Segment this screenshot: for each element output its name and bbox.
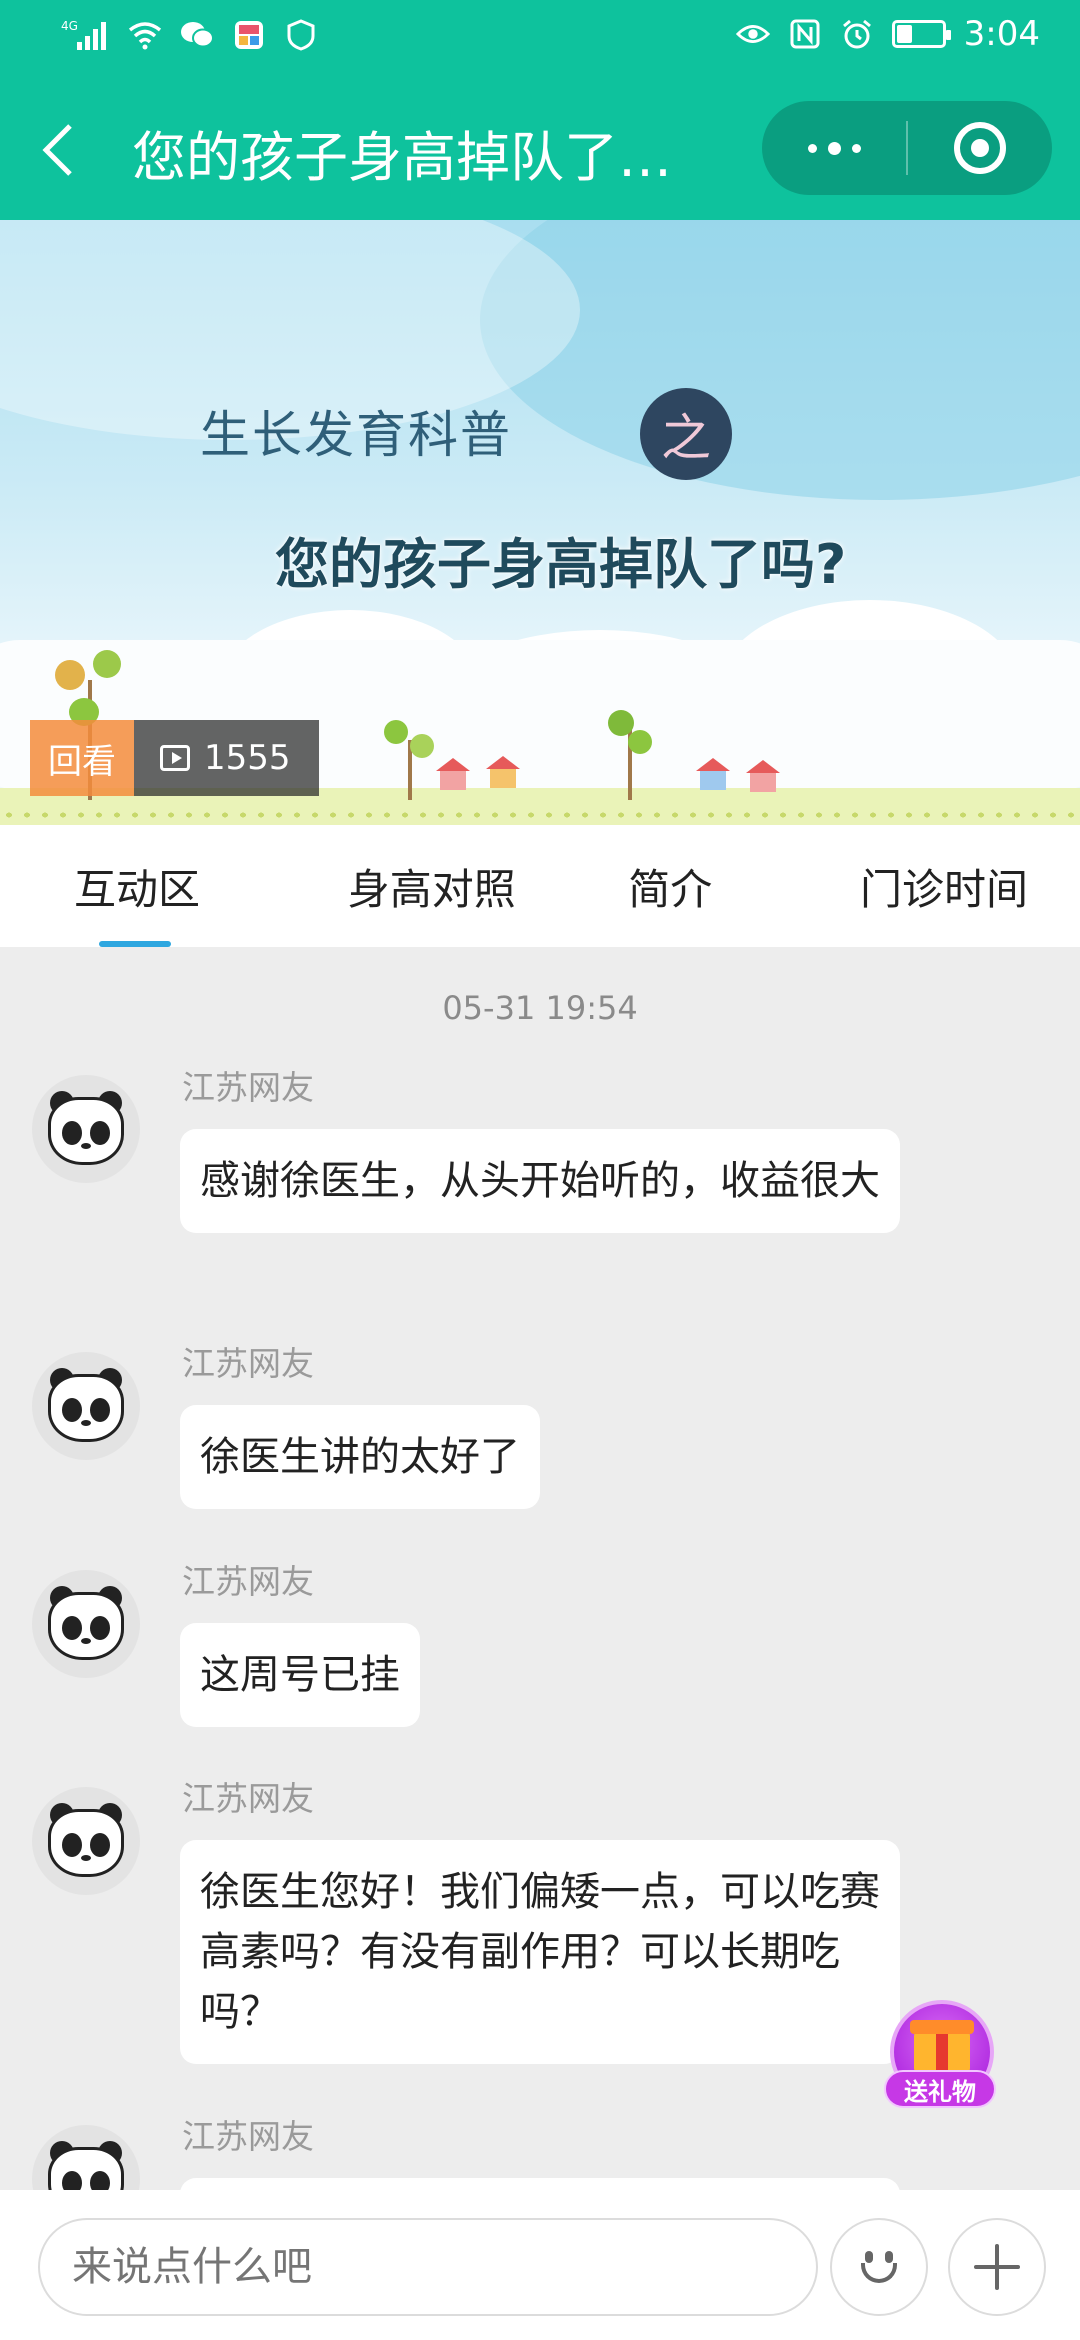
- message-bubble: 这周号已挂: [180, 1623, 420, 1727]
- battery-level: [896, 25, 913, 43]
- back-button[interactable]: [40, 115, 100, 185]
- message-bubble: 徐医生您好！我们偏矮一点，可以吃赛高素吗？有没有副作用？可以长期吃吗？: [180, 1840, 900, 2064]
- sender-name: 江苏网友: [182, 1068, 314, 1107]
- target-icon: [954, 122, 1006, 174]
- more-dot-icon: [851, 143, 861, 153]
- plus-icon: [974, 2244, 1020, 2290]
- sender-name: 江苏网友: [182, 1562, 314, 1601]
- panda-icon: [48, 1368, 124, 1442]
- panda-icon: [48, 1586, 124, 1660]
- message-bubble: 徐医生讲的太好了: [180, 1405, 540, 1509]
- gift-icon: [910, 2020, 974, 2074]
- gift-label: 送礼物: [884, 2070, 996, 2108]
- status-bar: 4G 3:04: [0, 0, 1080, 75]
- tree-illustration: [600, 710, 660, 800]
- wechat-icon: [180, 18, 214, 52]
- more-button[interactable]: [762, 101, 906, 195]
- panda-icon: [48, 1803, 124, 1877]
- house-illustration: [486, 756, 520, 788]
- avatar[interactable]: [32, 2125, 140, 2190]
- miniprogram-capsule: [762, 101, 1052, 195]
- app-icon: [232, 18, 266, 52]
- chevron-left-icon: [42, 124, 72, 176]
- sender-name: 江苏网友: [182, 2117, 314, 2156]
- message-bubble: 感谢徐医生，从头开始听的，收益很大: [180, 1129, 900, 1233]
- sender-name: 江苏网友: [182, 1344, 314, 1383]
- avatar[interactable]: [32, 1075, 140, 1183]
- tab-height-chart[interactable]: 身高对照: [313, 825, 552, 947]
- avatar[interactable]: [32, 1352, 140, 1460]
- chat-timestamp: 05-31 19:54: [442, 989, 638, 1027]
- battery-icon: [891, 20, 951, 48]
- close-button[interactable]: [908, 101, 1052, 195]
- nfc-icon: [788, 17, 822, 51]
- title-bar: 您的孩子身高掉队了吗？: [0, 75, 1080, 220]
- tab-clinic-hours[interactable]: 门诊时间: [790, 825, 1080, 947]
- panda-icon: [48, 2141, 124, 2190]
- status-time: 3:04: [963, 14, 1040, 54]
- house-illustration: [696, 758, 730, 790]
- panda-icon: [48, 1091, 124, 1165]
- comment-input[interactable]: [38, 2218, 818, 2316]
- banner-badge: 之: [640, 388, 732, 480]
- tab-bar: 互动区 身高对照 简介 门诊时间: [0, 825, 1080, 947]
- view-count-value: 1555: [204, 738, 291, 778]
- avatar[interactable]: [32, 1787, 140, 1895]
- avatar[interactable]: [32, 1570, 140, 1678]
- tree-illustration: [380, 720, 440, 800]
- shield-icon: [284, 18, 318, 52]
- smiley-icon: [855, 2243, 903, 2291]
- banner-subtitle: 生长发育科普: [200, 406, 512, 464]
- view-count: 1555: [134, 720, 319, 796]
- banner-title: 您的孩子身高掉队了吗?: [275, 533, 847, 596]
- message-bubble: [180, 2178, 900, 2190]
- send-gift-button[interactable]: 送礼物: [884, 2000, 996, 2112]
- house-illustration: [746, 760, 780, 792]
- more-dot-icon: [807, 143, 817, 153]
- add-button[interactable]: [948, 2218, 1046, 2316]
- wifi-icon: [128, 18, 162, 52]
- replay-tag: 回看 1555: [30, 720, 319, 796]
- eye-icon: [735, 17, 770, 51]
- composer-bar: [0, 2190, 1080, 2340]
- more-dot-icon: [827, 141, 841, 155]
- signal-icon: 4G: [60, 18, 110, 52]
- tab-interaction[interactable]: 互动区: [0, 825, 313, 947]
- network-label: 4G: [61, 19, 78, 33]
- house-illustration: [436, 758, 470, 790]
- sender-name: 江苏网友: [182, 1779, 314, 1818]
- replay-label: 回看: [30, 720, 134, 796]
- tab-intro[interactable]: 简介: [551, 825, 790, 947]
- page-title: 您的孩子身高掉队了吗？: [132, 126, 692, 189]
- play-icon: [160, 745, 190, 771]
- emoji-button[interactable]: [830, 2218, 928, 2316]
- alarm-icon: [840, 17, 874, 51]
